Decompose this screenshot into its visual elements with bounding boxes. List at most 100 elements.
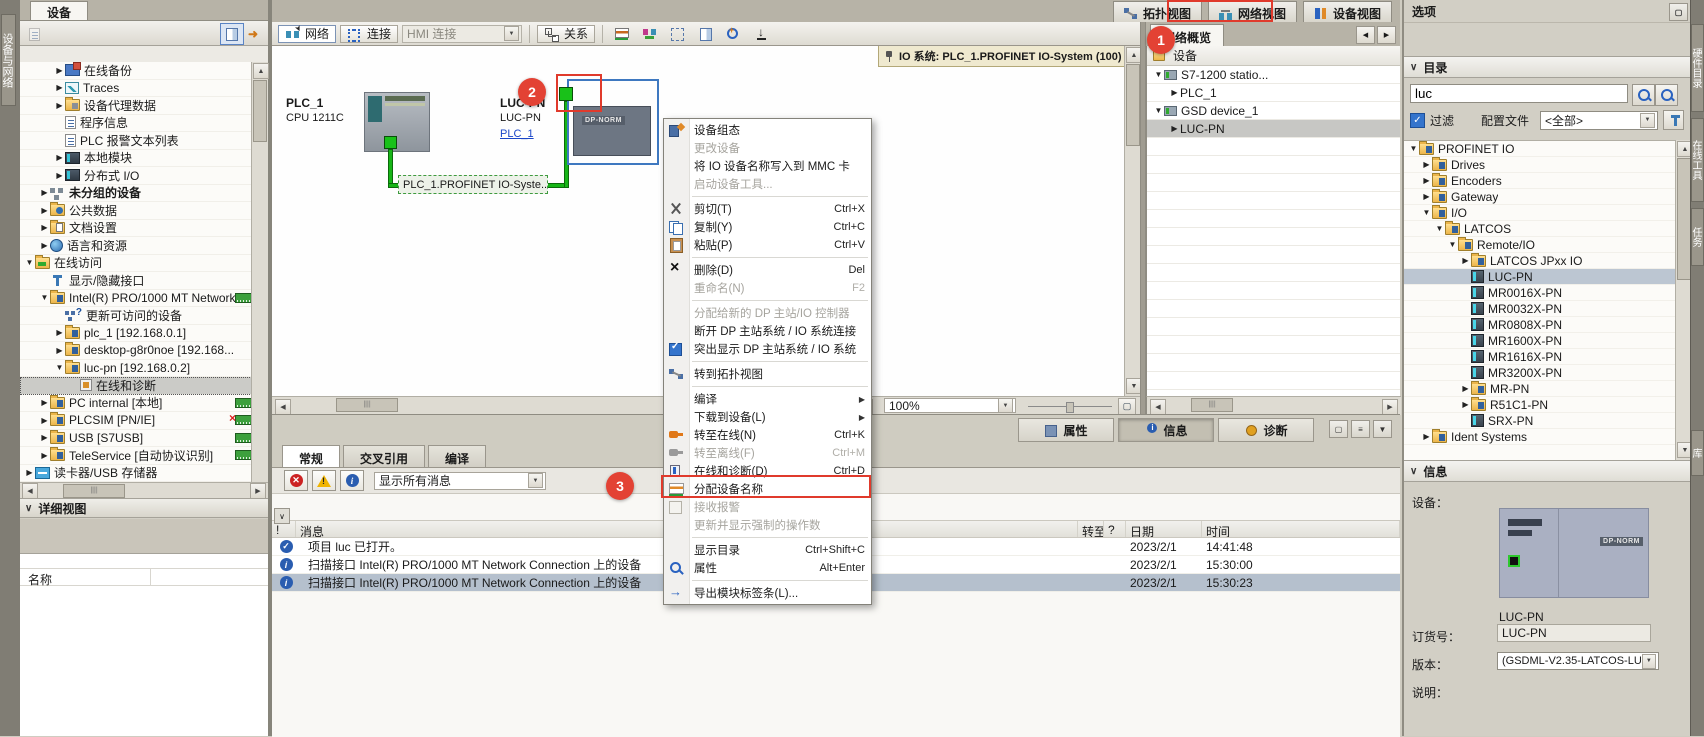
catalog-search-input[interactable] — [1410, 84, 1628, 103]
message-column-header[interactable]: 日期 — [1126, 521, 1202, 537]
expander-closed-icon[interactable]: ▶ — [1460, 256, 1471, 265]
overview-next-icon[interactable]: ▶ — [1377, 26, 1396, 44]
overview-row[interactable]: ▼S7-1200 statio... — [1147, 66, 1400, 84]
overview-row[interactable]: ▼GSD device_1 — [1147, 102, 1400, 120]
expander-open-icon[interactable]: ▼ — [1447, 240, 1458, 249]
context-menu-item[interactable]: 剪切(T)Ctrl+X — [664, 200, 871, 218]
expander-closed-icon[interactable]: ▶ — [1169, 88, 1180, 97]
expander-closed-icon[interactable]: ▶ — [39, 433, 50, 442]
toolbar-pane-icon[interactable] — [694, 23, 718, 45]
context-menu-item[interactable]: 删除(D)Del — [664, 261, 871, 279]
network-mode-button[interactable]: 网络 — [278, 25, 336, 43]
expander-open-icon[interactable]: ▼ — [1153, 106, 1164, 115]
context-menu-item[interactable]: 下载到设备(L)▶ — [664, 408, 871, 426]
expander-closed-icon[interactable]: ▶ — [39, 451, 50, 460]
context-menu-item[interactable]: 复制(Y)Ctrl+C — [664, 218, 871, 236]
context-menu-item[interactable]: 断开 DP 主站系统 / IO 系统连接 — [664, 322, 871, 340]
toolbar-zoom-in-icon[interactable] — [722, 23, 746, 45]
sync-icon[interactable]: ➜ — [244, 23, 268, 45]
expander-closed-icon[interactable]: ▶ — [54, 328, 65, 337]
toolbar-colored-net-icon[interactable] — [638, 23, 662, 45]
project-tree-item[interactable]: ▼Intel(R) PRO/1000 MT Network ... — [20, 290, 252, 308]
collapse-icon[interactable]: ∨ — [25, 503, 32, 514]
catalog-item[interactable]: ▼I/O — [1404, 205, 1676, 221]
expander-closed-icon[interactable]: ▶ — [54, 153, 65, 162]
expander-closed-icon[interactable]: ▶ — [54, 101, 65, 110]
inspector-tab-诊断[interactable]: 诊断 — [1218, 418, 1314, 442]
project-tree-item[interactable]: ▶公共数据 — [20, 202, 252, 220]
overview-row[interactable]: ▶PLC_1 — [1147, 84, 1400, 102]
expander-closed-icon[interactable]: ▶ — [1169, 124, 1180, 133]
tab-network-view[interactable]: 网络视图 — [1208, 1, 1297, 22]
overview-prev-icon[interactable]: ◀ — [1356, 26, 1375, 44]
inspector-subtab-常规[interactable]: 常规 — [282, 445, 340, 468]
catalog-item[interactable]: SRX-PN — [1404, 413, 1676, 429]
edge-tab-硬件目录[interactable]: 硬件目录 — [1691, 24, 1704, 112]
expander-closed-icon[interactable]: ▶ — [1421, 176, 1432, 185]
catalog-section-header[interactable]: ∨ 目录 — [1404, 56, 1692, 78]
overview-row[interactable]: ▶LUC-PN — [1147, 120, 1400, 138]
list-view-icon[interactable]: ≡ — [1351, 420, 1370, 438]
catalog-item[interactable]: ▶LATCOS JPxx IO — [1404, 253, 1676, 269]
tab-topology-view[interactable]: 拓扑视图 — [1113, 1, 1202, 22]
expander-closed-icon[interactable]: ▶ — [1460, 400, 1471, 409]
catalog-item[interactable]: MR0016X-PN — [1404, 285, 1676, 301]
warning-filter-button[interactable] — [312, 470, 336, 491]
io-device-port[interactable] — [559, 87, 573, 101]
context-menu-item[interactable]: 导出模块标签条(L)... — [664, 584, 871, 602]
info-section-header[interactable]: ∨ 信息 — [1404, 460, 1692, 482]
overview-column-header[interactable]: 设备 — [1147, 46, 1400, 66]
project-tree-item[interactable]: ▶desktop-g8r0noe [192.168... — [20, 342, 252, 360]
collapse-icon[interactable]: ∨ — [1410, 466, 1417, 477]
catalog-item[interactable]: ▶R51C1-PN — [1404, 397, 1676, 413]
expander-closed-icon[interactable]: ▶ — [54, 66, 65, 75]
canvas-vscrollbar[interactable]: ▲ ▼ — [1124, 46, 1141, 396]
plc-station-name[interactable]: PLC_1 — [286, 96, 323, 110]
edge-tab-在线工具[interactable]: 在线工具 — [1691, 118, 1704, 202]
details-name-column[interactable]: 名称 — [20, 568, 268, 586]
expander-closed-icon[interactable]: ▶ — [39, 206, 50, 215]
inspector-tab-属性[interactable]: 属性 — [1018, 418, 1114, 442]
catalog-item[interactable]: ▼LATCOS — [1404, 221, 1676, 237]
catalog-item[interactable]: MR1616X-PN — [1404, 349, 1676, 365]
inspector-tab-信息[interactable]: 信息 — [1118, 418, 1214, 442]
expander-open-icon[interactable]: ▼ — [39, 293, 50, 302]
details-toggle-icon[interactable] — [220, 23, 244, 45]
add-device-icon[interactable] — [24, 23, 48, 45]
catalog-item[interactable]: ▼Remote/IO — [1404, 237, 1676, 253]
project-tree-item[interactable]: ▶读卡器/USB 存储器 — [20, 465, 252, 483]
info-filter-button[interactable]: i — [340, 470, 364, 491]
context-menu-item[interactable]: 转至在线(N)Ctrl+K — [664, 426, 871, 444]
context-menu-item[interactable]: 编译▶ — [664, 390, 871, 408]
project-tree-item[interactable]: ▶PLCSIM [PN/IE] — [20, 412, 252, 430]
expander-closed-icon[interactable]: ▶ — [39, 416, 50, 425]
fit-view-icon[interactable]: ▢ — [1118, 398, 1136, 415]
project-tree-item[interactable]: ▶语言和资源 — [20, 237, 252, 255]
project-tree-item[interactable]: ▶Traces — [20, 80, 252, 98]
message-column-header[interactable]: 时间 — [1202, 521, 1400, 537]
io-controller-link[interactable]: PLC_1 — [500, 128, 534, 140]
float-window-icon[interactable]: ▢ — [1329, 420, 1348, 438]
edge-tab-任务[interactable]: 任务 — [1691, 208, 1704, 266]
project-tree-item[interactable]: ▶本地模块 — [20, 150, 252, 168]
expander-open-icon[interactable]: ▼ — [1153, 70, 1164, 79]
context-menu-item[interactable]: 设备组态 — [664, 121, 871, 139]
project-tree-item[interactable]: ▶plc_1 [192.168.0.1] — [20, 325, 252, 343]
edge-tab-devices-networks[interactable]: 设备与网络 — [1, 14, 16, 106]
dropdown-arrow-icon[interactable]: ▼ — [504, 26, 519, 41]
project-tree-item[interactable]: PLC 报警文本列表 — [20, 132, 252, 150]
expander-open-icon[interactable]: ▼ — [24, 258, 35, 267]
profile-select[interactable]: <全部>▼ — [1540, 111, 1658, 130]
message-column-header[interactable]: 转至 — [1078, 521, 1104, 537]
catalog-item[interactable]: ▶Drives — [1404, 157, 1676, 173]
project-tree-item[interactable]: ▶文档设置 — [20, 220, 252, 238]
expander-closed-icon[interactable]: ▶ — [39, 398, 50, 407]
message-column-header[interactable]: ? — [1104, 521, 1126, 537]
project-tree-item[interactable]: ▶分布式 I/O — [20, 167, 252, 185]
error-filter-button[interactable]: ✕ — [284, 470, 308, 491]
context-menu-item[interactable]: 显示目录Ctrl+Shift+C — [664, 541, 871, 559]
expander-closed-icon[interactable]: ▶ — [1421, 192, 1432, 201]
context-menu-item[interactable]: 分配设备名称 — [664, 480, 871, 498]
project-tree-item[interactable]: ▶TeleService [自动协议识别] — [20, 447, 252, 465]
expander-closed-icon[interactable]: ▶ — [1460, 384, 1471, 393]
